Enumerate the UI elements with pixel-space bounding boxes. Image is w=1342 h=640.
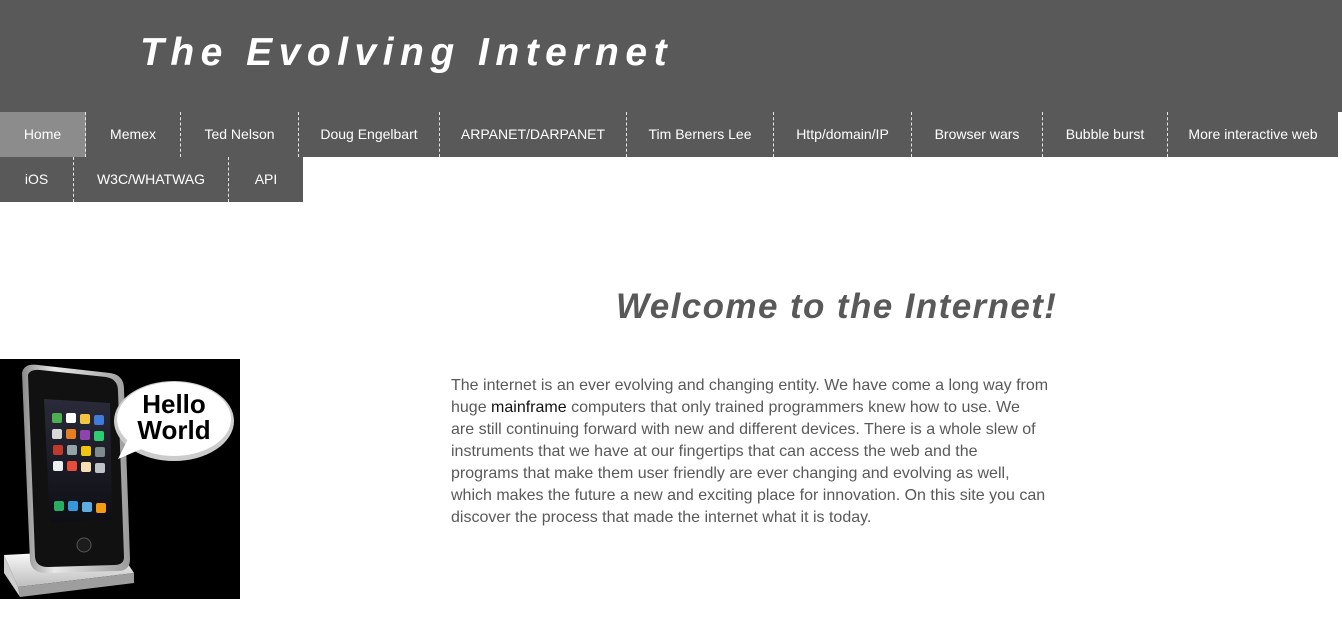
intro-line: are still continuing forward with new an…: [451, 421, 1036, 438]
nav-item-api[interactable]: API: [229, 157, 303, 202]
intro-line: instruments that we have at our fingerti…: [451, 443, 978, 460]
nav-item-ios[interactable]: iOS: [0, 157, 74, 202]
site-header: The Evolving Internet: [0, 0, 1342, 112]
site-title: The Evolving Internet: [140, 31, 674, 74]
intro-paragraph: The internet is an ever evolving and cha…: [451, 375, 1049, 529]
iphone-hello-world-image: Hello World: [0, 359, 240, 599]
nav-item-more-interactive-web[interactable]: More interactive web: [1168, 112, 1338, 157]
nav-item-doug-engelbart[interactable]: Doug Engelbart: [299, 112, 440, 157]
nav-item-browser-wars[interactable]: Browser wars: [912, 112, 1043, 157]
home-button-icon: [76, 537, 92, 553]
nav-item-tim-berners-lee[interactable]: Tim Berners Lee: [627, 112, 774, 157]
nav-item-bubble-burst[interactable]: Bubble burst: [1043, 112, 1168, 157]
page: The Evolving Internet Home Memex Ted Nel…: [0, 0, 1342, 640]
nav-item-w3c-whatwag[interactable]: W3C/WHATWAG: [74, 157, 229, 202]
intro-text: huge: [451, 399, 492, 416]
intro-line: which makes the future a new and excitin…: [451, 487, 1046, 504]
speech-bubble-icon: Hello World: [114, 381, 234, 461]
nav-item-ted-nelson[interactable]: Ted Nelson: [181, 112, 299, 157]
bubble-text-line2: World: [137, 415, 210, 445]
nav-item-home[interactable]: Home: [0, 112, 86, 157]
intro-line: programs that make them user friendly ar…: [451, 465, 1010, 482]
iphone-illustration: Hello World: [4, 364, 234, 597]
nav-item-arpanet[interactable]: ARPANET/DARPANET: [440, 112, 627, 157]
intro-line: discover the process that made the inter…: [451, 509, 872, 526]
nav-item-http-domain-ip[interactable]: Http/domain/IP: [774, 112, 912, 157]
intro-text: computers that only trained programmers …: [566, 399, 1020, 416]
welcome-heading: Welcome to the Internet!: [616, 287, 1058, 326]
intro-line: The internet is an ever evolving and cha…: [451, 377, 1049, 394]
main-nav: Home Memex Ted Nelson Doug Engelbart ARP…: [0, 112, 1338, 157]
nav-item-memex[interactable]: Memex: [86, 112, 181, 157]
main-nav-row-2: iOS W3C/WHATWAG API: [0, 157, 303, 202]
mainframe-link[interactable]: mainframe: [491, 399, 567, 416]
intro-line: huge mainframe computers that only train…: [451, 397, 1031, 419]
